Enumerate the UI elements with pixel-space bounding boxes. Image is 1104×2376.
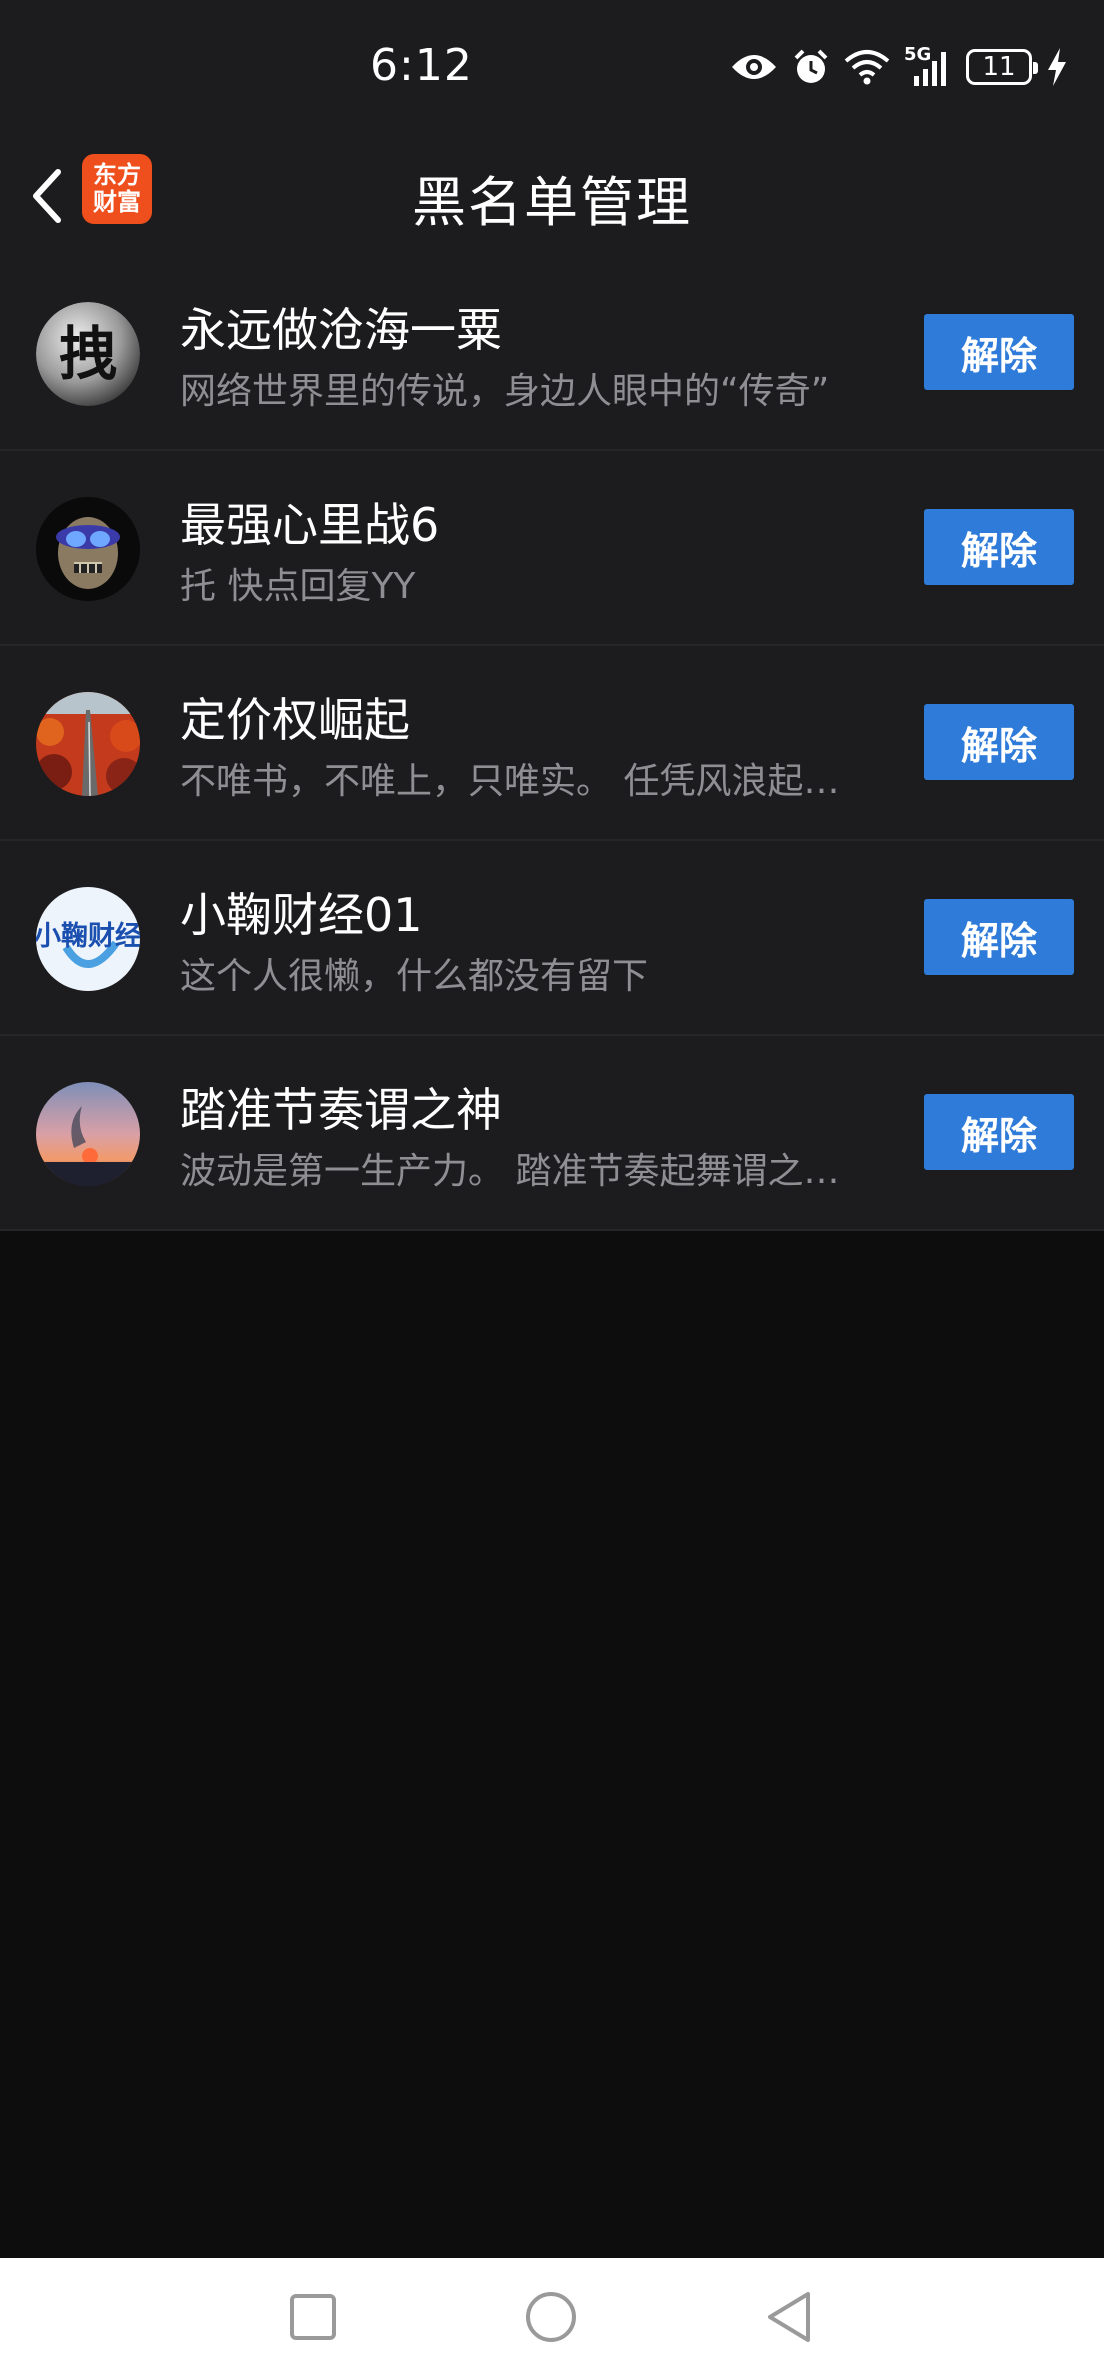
signal-icon: 5G [904,44,952,86]
user-signature: 这个人很懒，什么都没有留下 [180,956,649,997]
user-signature: 波动是第一生产力。 踏准节奏起舞谓之… [180,1151,840,1192]
blocklist: 拽 永远做沧海一粟 网络世界里的传说，身边人眼中的“传奇” 解除 最强心里战6 … [0,256,1104,1231]
status-time: 6:12 [370,40,473,91]
list-item: 最强心里战6 托 快点回复YY 解除 [0,451,1104,646]
user-name[interactable]: 最强心里战6 [180,489,439,555]
list-item: 拽 永远做沧海一粟 网络世界里的传说，身边人眼中的“传奇” 解除 [0,256,1104,451]
alarm-icon [792,48,830,86]
wifi-icon [844,49,890,85]
avatar-glyph: 拽 [59,320,117,388]
avatar[interactable] [36,1082,140,1186]
user-signature: 托 快点回复YY [180,566,416,607]
charging-icon [1046,48,1068,86]
battery-icon: 11 [966,49,1038,85]
user-name[interactable]: 小鞠财经01 [180,879,423,945]
list-item: 踏准节奏谓之神 波动是第一生产力。 踏准节奏起舞谓之… 解除 [0,1036,1104,1231]
unblock-button[interactable]: 解除 [924,314,1074,390]
user-name[interactable]: 踏准节奏谓之神 [180,1074,502,1140]
list-item: 定价权崛起 不唯书，不唯上，只唯实。 任凭风浪起… 解除 [0,646,1104,841]
unblock-button[interactable]: 解除 [924,509,1074,585]
avatar[interactable]: 小鞠财经 [36,887,140,991]
status-icons: 5G 11 [730,44,1068,90]
unblock-button[interactable]: 解除 [924,1094,1074,1170]
page-title: 黑名单管理 [412,171,692,234]
unblock-button[interactable]: 解除 [924,704,1074,780]
square-icon[interactable] [282,2286,344,2348]
user-signature: 不唯书，不唯上，只唯实。 任凭风浪起… [180,761,840,802]
user-name[interactable]: 定价权崛起 [180,684,410,750]
battery-level: 11 [982,52,1016,82]
user-name[interactable]: 永远做沧海一粟 [180,294,502,360]
network-type: 5G [904,44,932,65]
triangle-back-icon[interactable] [758,2286,820,2348]
avatar[interactable] [36,497,140,601]
status-bar: 6:12 5G 11 [0,0,1104,136]
list-item: 小鞠财经 小鞠财经01 这个人很懒，什么都没有留下 解除 [0,841,1104,1036]
avatar-text: 小鞠财经 [36,920,140,952]
circle-icon[interactable] [520,2286,582,2348]
user-signature: 网络世界里的传说，身边人眼中的“传奇” [180,371,830,412]
unblock-button[interactable]: 解除 [924,899,1074,975]
avatar[interactable] [36,692,140,796]
system-navigation-bar [0,2258,1104,2376]
eye-icon [730,49,778,85]
header: 东方 财富 黑名单管理 [0,136,1104,256]
avatar[interactable]: 拽 [36,302,140,406]
